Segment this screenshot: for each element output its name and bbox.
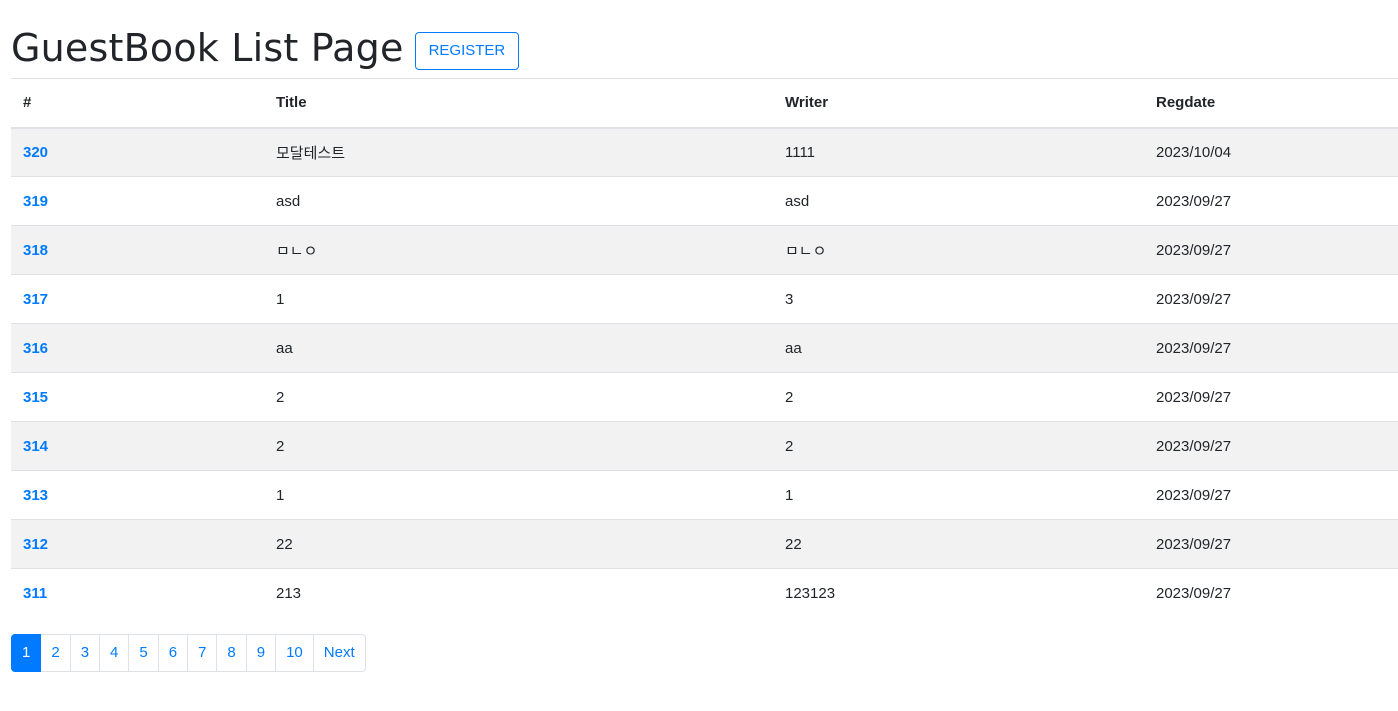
cell-regdate: 2023/09/27 [1144, 421, 1398, 471]
cell-title: ㅁㄴㅇ [264, 225, 773, 275]
column-header-number: # [11, 78, 264, 129]
cell-title: 1 [264, 470, 773, 520]
cell-number: 319 [11, 176, 264, 226]
next-page-link[interactable]: Next [312, 633, 366, 672]
cell-title: 213 [264, 568, 773, 618]
cell-writer: 3 [773, 274, 1144, 324]
table-body: 320 모달테스트 1111 2023/10/04 319 asd asd 2023/09/2… [11, 127, 1398, 618]
column-header-regdate: Regdate [1144, 78, 1398, 129]
page-link-6[interactable]: 6 [157, 633, 189, 672]
entry-number-link[interactable]: 312 [23, 536, 48, 553]
entry-number-link[interactable]: 316 [23, 340, 48, 357]
table-row: 315 2 2 2023/09/27 [11, 372, 1398, 422]
table-header-row: # Title Writer Regdate [11, 78, 1398, 129]
cell-number: 314 [11, 421, 264, 471]
cell-number: 317 [11, 274, 264, 324]
table-row: 319 asd asd 2023/09/27 [11, 176, 1398, 226]
page-link-5[interactable]: 5 [128, 633, 159, 672]
cell-number: 313 [11, 470, 264, 520]
table-row: 311 213 123123 2023/09/27 [11, 568, 1398, 618]
page-link-7[interactable]: 7 [187, 633, 218, 672]
table-row: 314 2 2 2023/09/27 [11, 421, 1398, 471]
cell-writer: aa [773, 323, 1144, 373]
cell-number: 312 [11, 519, 264, 569]
page-title: GuestBook List Page [11, 26, 404, 70]
cell-writer: 22 [773, 519, 1144, 569]
guestbook-table: # Title Writer Regdate 320 모달테스트 1111 2023/… [11, 78, 1398, 618]
cell-title: asd [264, 176, 773, 226]
table-row: 316 aa aa 2023/09/27 [11, 323, 1398, 373]
cell-writer: 2 [773, 421, 1144, 471]
cell-title: 1 [264, 274, 773, 324]
page-link-1[interactable]: 1 [11, 633, 42, 672]
cell-title: aa [264, 323, 773, 373]
table-row: 317 1 3 2023/09/27 [11, 274, 1398, 324]
cell-writer: ㅁㄴㅇ [773, 225, 1144, 275]
cell-writer: 2 [773, 372, 1144, 422]
cell-number: 320 [11, 127, 264, 177]
cell-regdate: 2023/09/27 [1144, 225, 1398, 275]
cell-regdate: 2023/09/27 [1144, 519, 1398, 569]
register-button[interactable]: REGISTER [414, 32, 520, 70]
page-link-2[interactable]: 2 [40, 633, 71, 672]
entry-number-link[interactable]: 319 [23, 193, 48, 210]
entry-number-link[interactable]: 314 [23, 438, 48, 455]
page-link-10[interactable]: 10 [275, 633, 314, 672]
column-header-writer: Writer [773, 78, 1144, 129]
page-link-9[interactable]: 9 [245, 633, 277, 672]
cell-writer: 1111 [773, 127, 1144, 177]
entry-number-link[interactable]: 311 [23, 585, 47, 602]
table-row: 312 22 22 2023/09/27 [11, 519, 1398, 569]
entry-number-link[interactable]: 318 [23, 242, 48, 259]
cell-writer: asd [773, 176, 1144, 226]
cell-regdate: 2023/09/27 [1144, 470, 1398, 520]
pagination: 1 2 3 4 5 6 7 8 9 10 Next [11, 633, 1398, 672]
page-link-3[interactable]: 3 [69, 633, 101, 672]
cell-number: 316 [11, 323, 264, 373]
cell-number: 311 [11, 568, 264, 618]
cell-regdate: 2023/09/27 [1144, 274, 1398, 324]
cell-title: 22 [264, 519, 773, 569]
cell-title: 2 [264, 372, 773, 422]
cell-regdate: 2023/09/27 [1144, 372, 1398, 422]
cell-regdate: 2023/09/27 [1144, 323, 1398, 373]
table-row: 313 1 1 2023/09/27 [11, 470, 1398, 520]
entry-number-link[interactable]: 313 [23, 487, 48, 504]
cell-title: 2 [264, 421, 773, 471]
page-link-4[interactable]: 4 [99, 633, 130, 672]
page-link-8[interactable]: 8 [216, 633, 247, 672]
cell-number: 318 [11, 225, 264, 275]
cell-title: 모달테스트 [264, 127, 773, 177]
cell-regdate: 2023/10/04 [1144, 127, 1398, 177]
cell-number: 315 [11, 372, 264, 422]
table-row: 318 ㅁㄴㅇ ㅁㄴㅇ 2023/09/27 [11, 225, 1398, 275]
entry-number-link[interactable]: 320 [23, 144, 48, 161]
cell-writer: 123123 [773, 568, 1144, 618]
table-row: 320 모달테스트 1111 2023/10/04 [11, 127, 1398, 177]
column-header-title: Title [264, 78, 773, 129]
entry-number-link[interactable]: 315 [23, 389, 48, 406]
cell-regdate: 2023/09/27 [1144, 568, 1398, 618]
page-header: GuestBook List Page REGISTER [11, 0, 1398, 78]
page-container: GuestBook List Page REGISTER # Title Wri… [11, 0, 1398, 672]
cell-writer: 1 [773, 470, 1144, 520]
entry-number-link[interactable]: 317 [23, 291, 48, 308]
cell-regdate: 2023/09/27 [1144, 176, 1398, 226]
